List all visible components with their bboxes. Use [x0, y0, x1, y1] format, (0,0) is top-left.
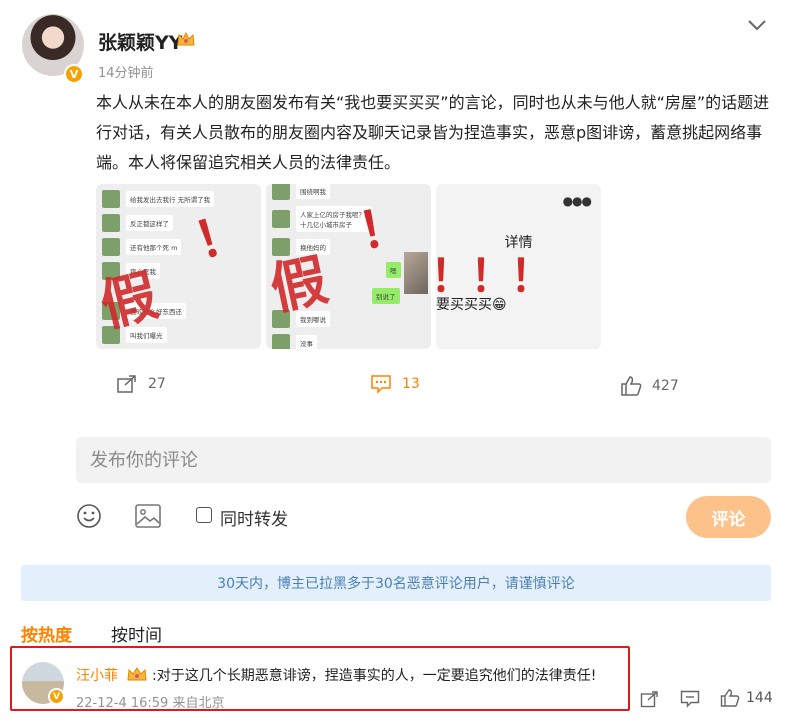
author-name[interactable]: 张颖颖YY [98, 28, 183, 55]
chat-avatar [272, 334, 290, 349]
post-body: 本人从未在本人的朋友圈发布有关“我也要买买买”的言论，同时也从未与他人就“房屋”… [96, 93, 770, 172]
post-image-1[interactable]: 给我发出去我行 无所谓了我 反正都这样了 还有他那个死 m 爽心死我 喜欢什么好… [96, 184, 261, 349]
comment-count: 13 [402, 376, 420, 392]
repost-checkbox[interactable] [196, 507, 212, 523]
chat-message-self: 别说了 [372, 288, 400, 304]
chat-photo [404, 252, 428, 294]
forward-button[interactable]: 27 [116, 374, 166, 394]
comment-time: 22-12-4 16:59 来自北京 [76, 696, 225, 711]
comment-like-button[interactable]: 144 [720, 689, 773, 707]
post-image-3[interactable]: ●●● 详情 要买买买😁 ！！！ [436, 184, 601, 349]
exclamation-mark: ！！！ [436, 251, 554, 302]
chat-message: 反正都这样了 [126, 215, 173, 231]
comment-icon [371, 375, 391, 394]
exclamation-mark: ！ [353, 194, 415, 262]
share-icon [117, 375, 136, 393]
crown-icon [177, 31, 195, 46]
chat-avatar [272, 210, 290, 228]
comment-icon[interactable] [680, 690, 700, 708]
comment-like-count: 144 [746, 690, 773, 706]
tab-sort-time[interactable]: 按时间 [111, 621, 162, 646]
commenter-name[interactable]: 汪小菲 [76, 665, 118, 685]
verified-badge-icon: V [48, 688, 65, 705]
chat-message: 没事 [296, 335, 317, 349]
emoji-icon[interactable] [76, 503, 102, 529]
post-image-2[interactable]: 围绕啊我 人家上亿的房子我呢？十几亿小城市房子 换他妈的 我到哪说 没事 嗯 别… [266, 184, 431, 349]
comment-button[interactable]: 13 [370, 374, 420, 394]
chat-avatar [102, 214, 120, 232]
like-button[interactable]: 427 [620, 376, 679, 396]
tab-sort-hot[interactable]: 按热度 [21, 621, 72, 646]
comment-input[interactable] [76, 437, 771, 483]
share-icon[interactable] [640, 690, 660, 708]
submit-comment-button[interactable]: 评论 [686, 496, 771, 538]
image-icon[interactable] [134, 503, 162, 529]
crown-icon [127, 667, 147, 681]
comment-text: :对于这几个长期恶意诽谤，捏造事实的人，一定要追究他们的法律责任! [152, 668, 597, 684]
chat-message-self: 嗯 [386, 262, 401, 278]
verified-badge-icon: V [64, 64, 84, 84]
notice-banner: 30天内，博主已拉黑多于30名恶意评论用户，请谨慎评论 [21, 565, 771, 601]
chevron-down-icon[interactable] [746, 18, 768, 32]
chat-message: 围绕啊我 [296, 184, 330, 199]
forward-count: 27 [148, 376, 166, 392]
thumbs-up-icon [621, 376, 642, 396]
chat-avatar [272, 184, 290, 200]
exclamation-mark: ！ [187, 200, 253, 272]
repost-label[interactable]: 同时转发 [220, 505, 288, 530]
more-dots-icon: ●●● [562, 194, 592, 208]
thumbs-up-icon [720, 689, 740, 707]
chat-avatar [102, 190, 120, 208]
chat-avatar [102, 238, 120, 256]
like-count: 427 [652, 378, 679, 394]
post-time: 14分钟前 [98, 66, 154, 81]
